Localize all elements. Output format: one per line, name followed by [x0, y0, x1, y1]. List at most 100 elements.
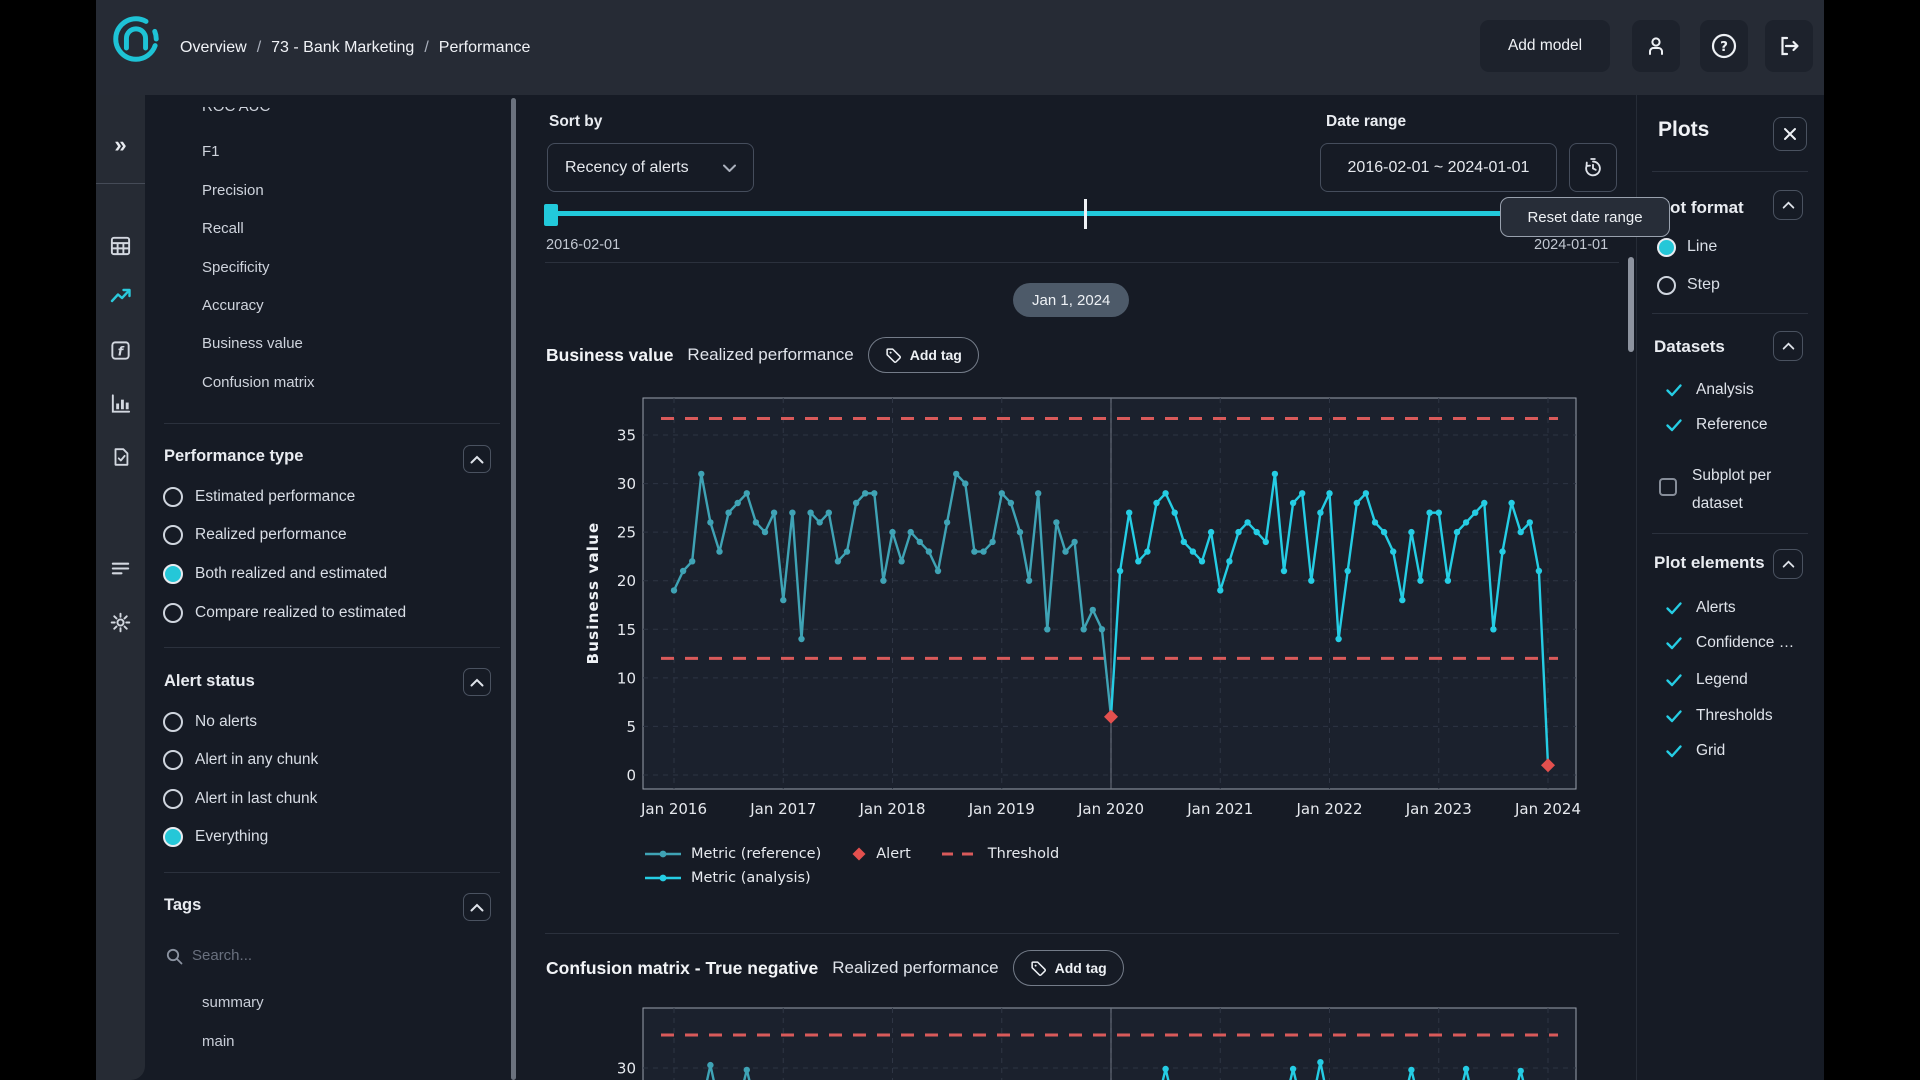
collapse-plot-elements-button[interactable] — [1773, 549, 1803, 579]
check-label: Alerts — [1696, 599, 1801, 617]
breadcrumb-overview[interactable]: Overview — [180, 39, 247, 57]
chart1-add-tag-button[interactable]: Add tag — [868, 337, 979, 373]
data-point — [707, 1062, 713, 1068]
data-point — [1317, 510, 1323, 516]
check-dataset-analysis[interactable]: Analysis — [1664, 377, 1754, 403]
collapse-datasets-button[interactable] — [1773, 331, 1803, 361]
radio-icon — [163, 750, 183, 770]
date-range-input[interactable]: 2016-02-01 ~ 2024-01-01 — [1320, 143, 1557, 192]
legend-item-alert[interactable]: Alert — [851, 846, 911, 862]
sidebar-scrollbar[interactable] — [511, 98, 516, 1080]
help-icon: ? — [1710, 32, 1738, 60]
check-element-grid[interactable]: Grid — [1664, 738, 1801, 764]
confusion-matrix-chart[interactable]: 30 — [576, 1000, 1586, 1080]
business-value-chart[interactable]: 05101520253035Jan 2016Jan 2017Jan 2018Ja… — [576, 390, 1586, 835]
subplot-per-dataset-label[interactable]: Subplot per dataset — [1692, 462, 1792, 518]
metric-item-business-value[interactable]: Business value — [202, 334, 303, 354]
subplot-per-dataset-checkbox[interactable] — [1659, 478, 1677, 496]
report-doc-icon[interactable] — [96, 442, 145, 472]
chevron-up-icon — [470, 678, 484, 687]
main-scrollbar-thumb[interactable] — [1628, 257, 1634, 352]
check-element-legend[interactable]: Legend — [1664, 667, 1801, 693]
radio-alert-alert-in-last-chunk[interactable]: Alert in last chunk — [163, 785, 317, 813]
logs-list-icon[interactable] — [96, 553, 145, 583]
date-slider-split-marker — [1084, 199, 1087, 229]
collapse-alert-status-button[interactable] — [463, 668, 491, 696]
legend-line-sample — [644, 849, 682, 859]
date-slider-track[interactable] — [548, 211, 1618, 216]
tags-search-input[interactable] — [190, 946, 410, 965]
metric-item-f1[interactable]: F1 — [202, 142, 220, 162]
date-slider-left-handle[interactable] — [544, 204, 558, 226]
data-point — [1017, 529, 1023, 535]
logout-button[interactable] — [1765, 20, 1813, 72]
metric-item-confusion-matrix[interactable]: Confusion matrix — [202, 373, 315, 393]
legend-dash-sample — [941, 849, 979, 859]
tag-item-main[interactable]: main — [202, 1032, 235, 1052]
radio-alert-no-alerts[interactable]: No alerts — [163, 708, 257, 736]
tag-item-summary[interactable]: summary — [202, 993, 264, 1013]
data-point — [1162, 490, 1168, 496]
metric-item-roc-auc[interactable]: ROC AUC — [202, 107, 270, 117]
data-point — [1153, 500, 1159, 506]
date-chip: Jan 1, 2024 — [1013, 283, 1129, 317]
collapse-performance-type-button[interactable] — [463, 445, 491, 473]
settings-gear-icon[interactable] — [96, 607, 145, 637]
radio-format-step[interactable]: Step — [1657, 271, 1720, 299]
y-tick-label: 30 — [617, 475, 636, 493]
breadcrumb-model[interactable]: 73 - Bank Marketing — [271, 39, 414, 57]
radio-performance-both-realized-and-estimated[interactable]: Both realized and estimated — [163, 560, 387, 588]
collapse-plot-format-button[interactable] — [1773, 190, 1803, 220]
breadcrumb-page: Performance — [439, 39, 531, 57]
radio-alert-everything[interactable]: Everything — [163, 823, 268, 851]
check-element-confidence-bands[interactable]: Confidence bands — [1664, 630, 1801, 656]
chart2-add-tag-button[interactable]: Add tag — [1013, 950, 1124, 986]
data-point — [1126, 510, 1132, 516]
profile-button[interactable] — [1632, 20, 1680, 72]
legend-item-threshold[interactable]: Threshold — [941, 846, 1059, 862]
radio-selected-icon — [163, 564, 183, 584]
reset-date-range-button[interactable] — [1569, 143, 1617, 192]
metric-item-specificity[interactable]: Specificity — [202, 258, 270, 278]
legend-item-analysis[interactable]: Metric (analysis) — [644, 870, 811, 886]
app-logo-icon[interactable] — [109, 12, 163, 66]
check-element-thresholds[interactable]: Thresholds — [1664, 703, 1801, 729]
section-divider — [164, 647, 500, 648]
metric-item-accuracy[interactable]: Accuracy — [202, 296, 264, 316]
radio-performance-estimated-performance[interactable]: Estimated performance — [163, 483, 355, 511]
data-point — [1299, 490, 1305, 496]
breadcrumb-separator: / — [253, 39, 265, 57]
add-model-button[interactable]: Add model — [1480, 20, 1610, 72]
chart2-title: Confusion matrix - True negative — [546, 958, 818, 979]
data-point — [1199, 558, 1205, 564]
breadcrumb-separator: / — [420, 39, 432, 57]
data-point — [807, 510, 813, 516]
metric-item-recall[interactable]: Recall — [202, 219, 244, 239]
check-dataset-reference[interactable]: Reference — [1664, 412, 1768, 438]
data-point — [1090, 607, 1096, 613]
data-point — [917, 539, 923, 545]
help-button[interactable]: ? — [1700, 20, 1748, 72]
radio-performance-realized-performance[interactable]: Realized performance — [163, 521, 347, 549]
data-point — [1190, 548, 1196, 554]
radio-performance-compare-realized-to-estimated[interactable]: Compare realized to estimated — [163, 599, 406, 627]
search-icon — [166, 948, 183, 965]
legend-label: Metric (reference) — [691, 846, 821, 862]
sort-by-dropdown[interactable]: Recency of alerts — [547, 143, 754, 192]
radio-label: Step — [1687, 276, 1720, 294]
plots-panel-title: Plots — [1658, 118, 1709, 142]
data-point — [908, 529, 914, 535]
check-element-alerts[interactable]: Alerts — [1664, 595, 1801, 621]
data-point — [744, 1067, 750, 1073]
close-panel-button[interactable] — [1773, 117, 1807, 151]
radio-format-line[interactable]: Line — [1657, 233, 1717, 261]
date-range-label: Date range — [1326, 113, 1406, 131]
y-tick-label: 0 — [626, 767, 636, 785]
data-point — [1463, 519, 1469, 525]
logout-icon — [1777, 34, 1801, 58]
metric-item-precision[interactable]: Precision — [202, 181, 264, 201]
radio-alert-alert-in-any-chunk[interactable]: Alert in any chunk — [163, 746, 318, 774]
legend-item-reference[interactable]: Metric (reference) — [644, 846, 821, 862]
close-icon — [1783, 127, 1797, 141]
collapse-tags-button[interactable] — [463, 893, 491, 921]
